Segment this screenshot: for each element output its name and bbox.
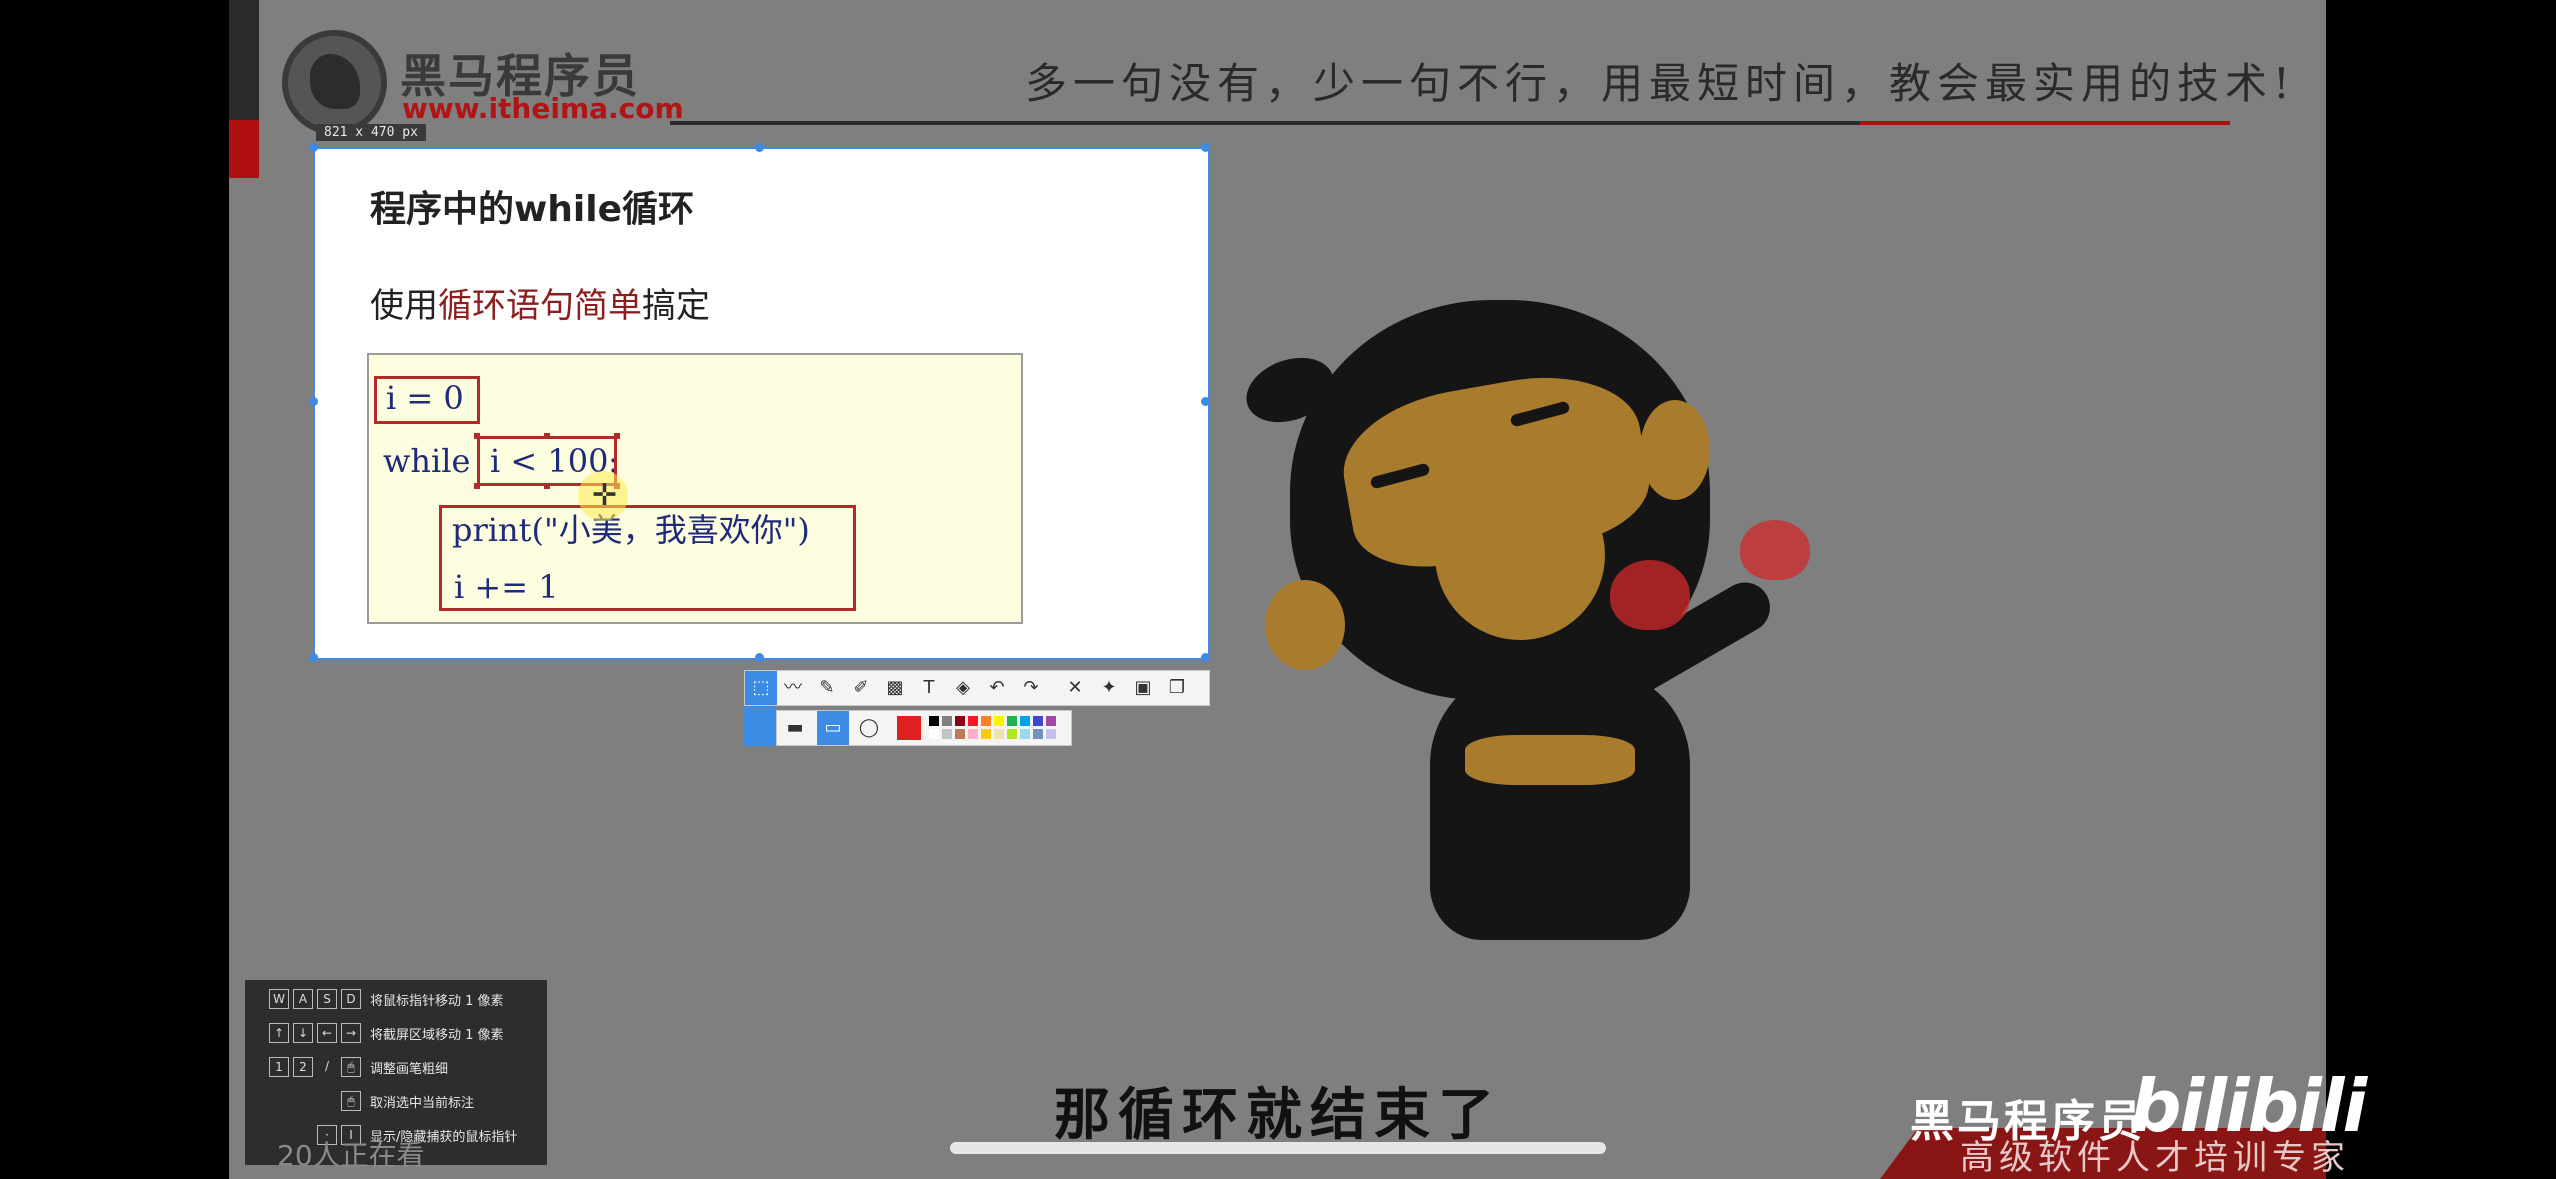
color-swatch[interactable]: [994, 729, 1004, 739]
current-color-swatch[interactable]: [897, 716, 921, 740]
close-icon[interactable]: ✕: [1063, 676, 1087, 700]
resize-handle-e[interactable]: [1201, 397, 1210, 406]
color-swatch[interactable]: [955, 716, 965, 726]
color-swatch[interactable]: [1020, 716, 1030, 726]
color-swatch[interactable]: [981, 716, 991, 726]
ellipse-icon[interactable]: ◯: [857, 716, 881, 740]
slogan: 多一句没有，少一句不行，用最短时间，教会最实用的技术!: [1025, 59, 2296, 108]
eraser-icon[interactable]: ◈: [951, 676, 975, 700]
subtitle-prefix: 使用: [370, 286, 438, 326]
hotkey-key: D: [341, 989, 361, 1009]
watermark-tagline: 高级软件人才培训专家: [1960, 1138, 2350, 1178]
subtitle-suffix: 搞定: [642, 286, 710, 326]
save-icon[interactable]: ▣: [1131, 676, 1155, 700]
slide-title: 程序中的while循环: [370, 189, 694, 230]
color-swatch[interactable]: [1046, 729, 1056, 739]
heart-icon: [1610, 560, 1690, 630]
hotkey-row: W A S D 将鼠标指针移动 1 像素: [245, 986, 547, 1014]
hotkey-key: A: [293, 989, 313, 1009]
heart-icon: [1740, 520, 1810, 580]
resize-handle-se[interactable]: [1201, 653, 1210, 662]
resize-handle-nw[interactable]: [309, 143, 318, 152]
pin-icon[interactable]: ✦: [1097, 676, 1121, 700]
annotation-handle[interactable]: [474, 433, 480, 439]
annotation-toolbar: ⬚ 〰 ✎ ✐ ▩ T ◈ ↶ ↷ ✕ ✦ ▣ ❐: [744, 670, 1210, 706]
annotation-handle[interactable]: [474, 483, 480, 489]
redo-icon[interactable]: ↷: [1019, 676, 1043, 700]
annotation-handle[interactable]: [544, 433, 550, 439]
selection-size-label: 821 x 470 px: [316, 124, 426, 141]
color-swatch[interactable]: [1020, 729, 1030, 739]
monkey-ear-right: [1640, 400, 1710, 500]
hotkey-key: W: [269, 989, 289, 1009]
crosshair-cursor-icon: ✛: [592, 478, 618, 513]
hotkey-description: 将截屏区域移动 1 像素: [370, 1028, 504, 1043]
logo-url: www.itheima.com: [402, 92, 684, 125]
rect-icon[interactable]: ▭: [821, 716, 845, 740]
resize-handle-n[interactable]: [755, 143, 764, 152]
monkey-ear-left: [1265, 580, 1345, 670]
monkey-belly: [1465, 735, 1635, 785]
color-swatch[interactable]: [942, 729, 952, 739]
polyline-icon[interactable]: 〰: [781, 676, 805, 700]
undo-icon[interactable]: ↶: [985, 676, 1009, 700]
hotkey-key: S: [317, 989, 337, 1009]
color-swatch[interactable]: [1033, 729, 1043, 739]
horse-logo-icon: [282, 30, 387, 135]
pen-icon[interactable]: ✎: [815, 676, 839, 700]
annotation-handle[interactable]: [544, 483, 550, 489]
color-swatch[interactable]: [955, 729, 965, 739]
header-divider-accent: [1860, 121, 2230, 125]
code-keyword-while: while: [383, 442, 471, 480]
resize-handle-w[interactable]: [309, 397, 318, 406]
color-swatch[interactable]: [1007, 729, 1017, 739]
hotkey-key: ←: [317, 1023, 337, 1043]
slide-left-accent: [229, 120, 259, 178]
home-indicator[interactable]: [950, 1142, 1606, 1154]
color-swatch[interactable]: [929, 716, 939, 726]
annotation-rect-init[interactable]: [374, 376, 480, 424]
marker-icon[interactable]: ✐: [849, 676, 873, 700]
hotkey-key: ↓: [293, 1023, 313, 1043]
subtitle-highlight: 循环语句简单: [438, 286, 642, 326]
color-swatch[interactable]: [1046, 716, 1056, 726]
monkey-muzzle: [1435, 470, 1605, 640]
color-swatch[interactable]: [994, 716, 1004, 726]
color-swatch[interactable]: [929, 729, 939, 739]
hotkey-row: ↑ ↓ ← → 将截屏区域移动 1 像素: [245, 1020, 547, 1048]
color-swatch[interactable]: [1007, 716, 1017, 726]
annotation-rect-body[interactable]: [439, 505, 856, 611]
slide-left-bar: [229, 0, 259, 120]
shape-toolbar: ▬ ▭ ◯: [776, 710, 1072, 746]
text-icon[interactable]: T: [917, 676, 941, 700]
color-swatch[interactable]: [968, 716, 978, 726]
hotkey-description: 将鼠标指针移动 1 像素: [370, 994, 504, 1009]
hotkey-key: ↑: [269, 1023, 289, 1043]
color-swatch[interactable]: [942, 716, 952, 726]
slide-subtitle: 使用循环语句简单搞定: [370, 278, 710, 327]
resize-handle-sw[interactable]: [309, 653, 318, 662]
resize-handle-s[interactable]: [755, 653, 764, 662]
copy-icon[interactable]: ❐: [1165, 676, 1189, 700]
select-icon[interactable]: ⬚: [749, 676, 773, 700]
hotkey-key: →: [341, 1023, 361, 1043]
monkey-body: [1430, 670, 1690, 940]
tool-select-column: [744, 706, 776, 746]
color-swatch[interactable]: [968, 729, 978, 739]
color-swatch[interactable]: [1033, 716, 1043, 726]
mosaic-icon[interactable]: ▩: [883, 676, 907, 700]
resize-handle-ne[interactable]: [1201, 143, 1210, 152]
color-swatch[interactable]: [981, 729, 991, 739]
filled-rect-icon[interactable]: ▬: [783, 716, 807, 740]
annotation-handle[interactable]: [614, 433, 620, 439]
